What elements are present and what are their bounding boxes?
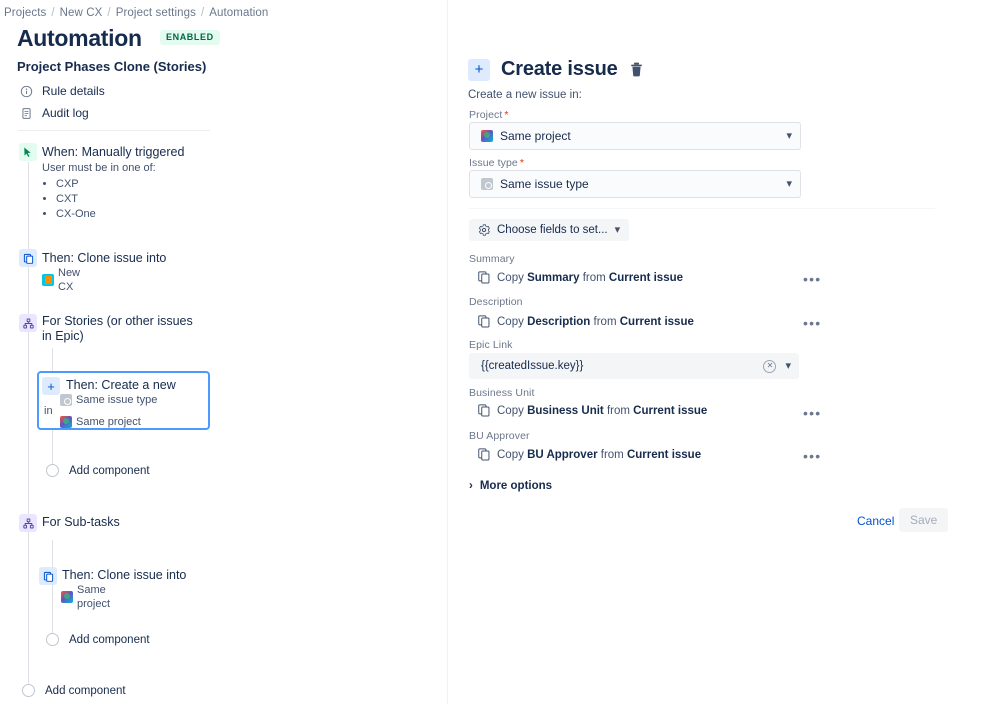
issue-type-field-label: Issue type * <box>469 157 525 169</box>
branch-icon <box>19 514 37 532</box>
bu-approver-field-row[interactable]: Copy BU Approver from Current issue <box>478 448 701 461</box>
add-component-label: Add component <box>69 464 150 477</box>
gear-icon <box>478 224 490 236</box>
business-unit-field-menu[interactable]: ••• <box>803 406 821 420</box>
summary-field-row[interactable]: Copy Summary from Current issue <box>478 271 683 284</box>
project-select-value: Same project <box>500 129 571 143</box>
add-component-subtasks[interactable]: Add component <box>46 633 150 646</box>
chevron-down-icon: ▾ <box>786 177 792 190</box>
issue-type-select-value: Same issue type <box>500 177 589 191</box>
chevron-down-icon: ▾ <box>786 129 792 142</box>
epic-link-field-label: Epic Link <box>469 339 513 351</box>
issue-type-icon <box>481 178 493 190</box>
issue-type-icon <box>60 394 72 406</box>
tree-trunk-line <box>28 162 29 689</box>
plus-icon: + <box>42 377 60 395</box>
project-avatar-icon <box>481 130 493 142</box>
list-item: CXP <box>56 177 272 191</box>
branch-line-subtasks <box>52 540 53 641</box>
business-unit-field-row[interactable]: Copy Business Unit from Current issue <box>478 404 707 417</box>
copy-icon <box>478 271 490 284</box>
clone-subtask-project: Same project <box>77 584 111 610</box>
epic-link-input[interactable]: {{createdIssue.key}} ✕ ▾ <box>469 353 799 379</box>
rule-tree: When: Manually triggered User must be in… <box>0 0 420 704</box>
add-component-stories[interactable]: Add component <box>46 464 150 477</box>
choose-fields-label: Choose fields to set... <box>497 224 608 236</box>
description-field-menu[interactable]: ••• <box>803 316 821 330</box>
clone-icon <box>39 567 57 585</box>
clear-icon[interactable]: ✕ <box>763 359 777 373</box>
create-issue-joiner: in <box>44 405 53 417</box>
choose-fields-dropdown[interactable]: Choose fields to set... ▾ <box>469 219 630 241</box>
panel-subtitle: Create a new issue in: <box>468 89 582 101</box>
save-button[interactable]: Save <box>899 508 949 532</box>
branch-title: For Stories (or other issues in Epic) <box>42 314 193 343</box>
project-select[interactable]: Same project ▾ <box>469 122 801 150</box>
issue-type-select[interactable]: Same issue type ▾ <box>469 170 801 198</box>
more-options-toggle[interactable]: › More options <box>469 480 552 492</box>
copy-icon <box>478 404 490 417</box>
business-unit-field-label: Business Unit <box>469 387 535 399</box>
chevron-down-icon[interactable]: ▾ <box>785 360 791 372</box>
bu-approver-field-label: BU Approver <box>469 430 530 442</box>
chevron-down-icon: ▾ <box>614 223 621 236</box>
chevron-right-icon: › <box>469 480 473 492</box>
trigger-role-list: CXP CXT CX-One <box>42 177 272 221</box>
clone-icon <box>19 249 37 267</box>
summary-field-menu[interactable]: ••• <box>803 272 821 286</box>
add-component-label: Add component <box>69 633 150 646</box>
copy-icon <box>478 315 490 328</box>
create-issue-type: Same issue type <box>76 394 158 406</box>
branch-title: For Sub-tasks <box>42 515 120 529</box>
project-avatar-icon <box>61 591 73 603</box>
circle-plus-icon <box>46 633 59 646</box>
project-field-label: Project * <box>469 109 509 121</box>
circle-plus-icon <box>46 464 59 477</box>
list-item: CXT <box>56 192 272 206</box>
bu-approver-field-menu[interactable]: ••• <box>803 449 821 463</box>
add-component-root[interactable]: Add component <box>22 684 126 697</box>
trigger-title: When: Manually triggered <box>42 145 185 159</box>
plus-icon: + <box>468 58 490 81</box>
clone-subtask-title: Then: Clone issue into <box>62 568 187 582</box>
panel-divider <box>447 0 448 704</box>
epic-link-value: {{createdIssue.key}} <box>481 360 584 372</box>
trigger-icon <box>19 143 37 161</box>
circle-plus-icon <box>22 684 35 697</box>
summary-field-label: Summary <box>469 253 515 265</box>
trigger-sub-label: User must be in one of: <box>42 162 156 174</box>
branch-icon <box>19 314 37 332</box>
clone-title: Then: Clone issue into <box>42 251 167 265</box>
list-item: CX-One <box>56 207 272 221</box>
project-avatar-icon <box>42 274 54 286</box>
more-options-label: More options <box>479 480 553 492</box>
description-field-label: Description <box>469 296 523 308</box>
create-issue-project: Same project <box>76 416 141 428</box>
panel-title: Create issue <box>501 58 618 80</box>
copy-icon <box>478 448 490 461</box>
project-avatar-icon <box>60 416 72 428</box>
divider <box>469 208 935 209</box>
add-component-label: Add component <box>45 684 126 697</box>
clone-target: New CX <box>58 267 81 293</box>
trash-icon[interactable] <box>629 61 645 79</box>
create-issue-title: Then: Create a new <box>66 378 176 392</box>
cancel-button[interactable]: Cancel <box>851 510 900 532</box>
panel-header: + Create issue <box>468 58 645 81</box>
description-field-row[interactable]: Copy Description from Current issue <box>478 315 694 328</box>
